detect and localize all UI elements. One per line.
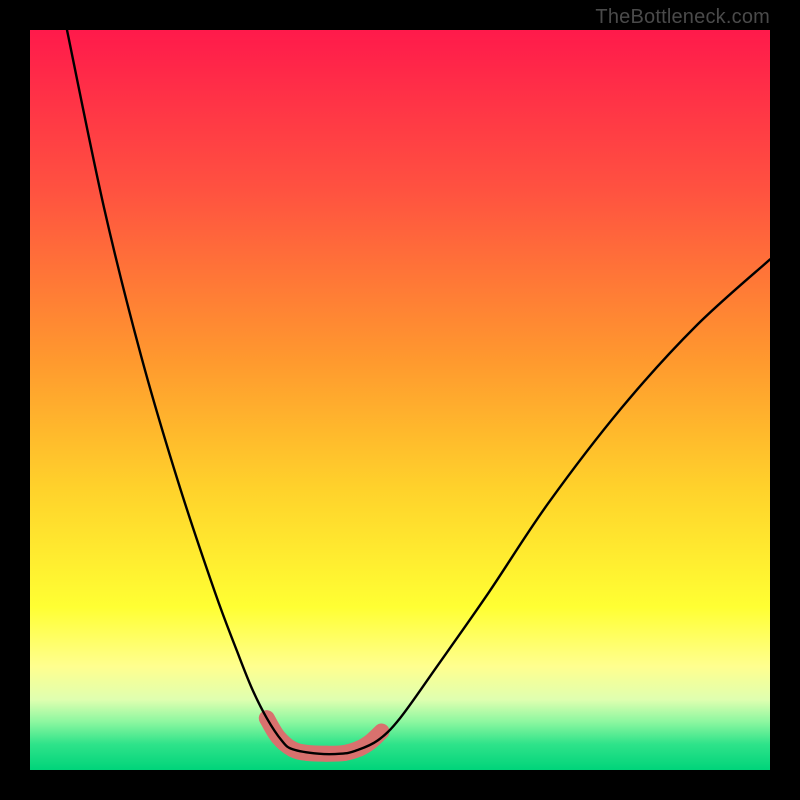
bottleneck-curve (67, 30, 770, 754)
highlight-dot (376, 726, 388, 738)
curve-layer (30, 30, 770, 770)
chart-frame: TheBottleneck.com (0, 0, 800, 800)
plot-area (30, 30, 770, 770)
watermark-text: TheBottleneck.com (595, 6, 770, 29)
